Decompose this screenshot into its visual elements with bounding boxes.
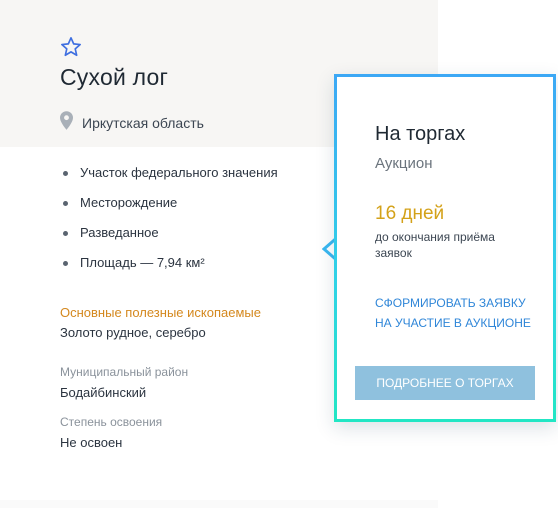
object-title: Сухой лог [60,64,169,90]
map-pin-icon [60,111,73,130]
card-bottom-edge [0,500,438,508]
feature-item: Участок федерального значения [62,163,278,193]
auction-popup: На торгах Аукцион 16 дней до окончания п… [320,74,556,422]
auction-details-button[interactable]: Подробнее о торгах [355,366,535,400]
days-note: до окончания приёма заявок [375,230,495,260]
development-label: Степень освоения [60,415,163,429]
minerals-label: Основные полезные ископаемые [60,305,261,320]
minerals-value: Золото рудное, серебро [60,325,206,340]
bullet-icon [63,201,68,206]
municipality-value: Бодайбинский [60,385,147,400]
popup-title: На торгах [375,123,466,145]
object-region: Иркутская область [82,115,204,131]
popup-panel: На торгах Аукцион 16 дней до окончания п… [334,74,556,422]
bullet-icon [63,261,68,266]
feature-list: Участок федерального значения Месторожде… [62,163,278,283]
municipality-label: Муниципальный район [60,365,189,379]
bullet-icon [63,231,68,236]
feature-item: Месторождение [62,193,278,223]
apply-link[interactable]: Сформировать заявку на участие в аукцион… [375,293,545,333]
days-remaining: 16 дней [375,203,445,224]
feature-item: Разведанное [62,223,278,253]
bullet-icon [63,171,68,176]
development-value: Не освоен [60,435,123,450]
popup-subtitle: Аукцион [375,155,433,172]
feature-item: Площадь — 7,94 км² [62,253,278,283]
star-icon[interactable] [60,36,82,58]
